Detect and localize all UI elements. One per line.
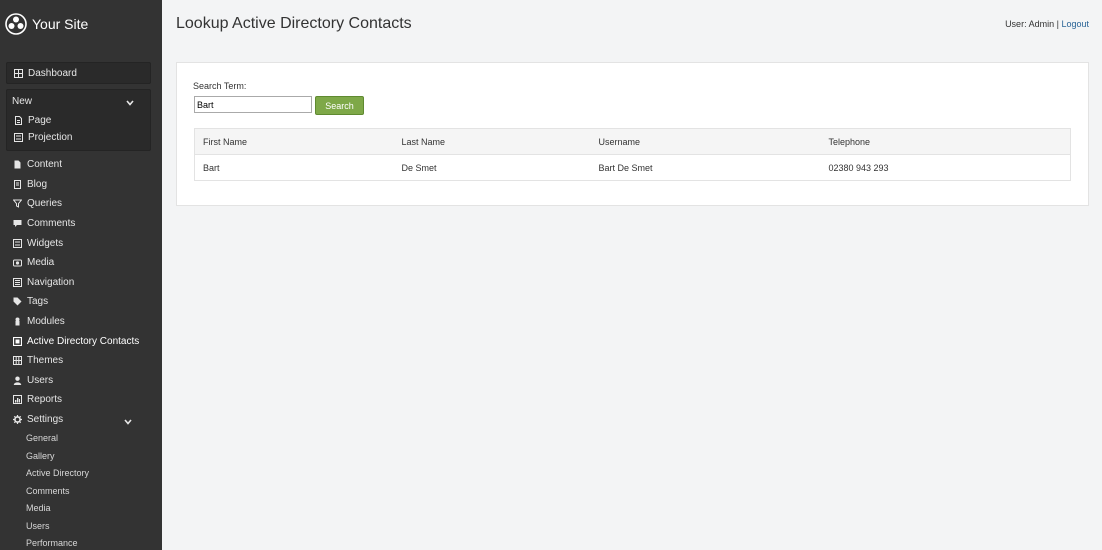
sidebar-item-label: Projection bbox=[28, 132, 73, 143]
puzzle-icon bbox=[13, 317, 22, 326]
comment-icon bbox=[13, 219, 22, 228]
settings-item-performance[interactable]: Performance bbox=[0, 534, 162, 550]
sidebar-item-navigation[interactable]: Navigation bbox=[0, 273, 162, 293]
search-label: Search Term: bbox=[193, 81, 247, 91]
user-icon bbox=[13, 376, 22, 385]
cell-telephone: 02380 943 293 bbox=[820, 154, 1071, 181]
sidebar-item-queries[interactable]: Queries bbox=[0, 194, 162, 214]
new-box: New Page Projection bbox=[6, 89, 151, 151]
user-area: User: Admin | Logout bbox=[1005, 19, 1089, 29]
sidebar-item-tags[interactable]: Tags bbox=[0, 292, 162, 312]
settings-item-comments[interactable]: Comments bbox=[0, 482, 162, 500]
user-label: User: Admin bbox=[1005, 19, 1055, 29]
book-icon bbox=[13, 179, 22, 189]
settings-item-media[interactable]: Media bbox=[0, 499, 162, 517]
grid-icon bbox=[13, 356, 22, 366]
column-header: Last Name bbox=[393, 128, 591, 155]
list-icon bbox=[14, 133, 23, 142]
sidebar-item-label: Settings bbox=[27, 414, 64, 426]
settings-item-users[interactable]: Users bbox=[0, 517, 162, 535]
sidebar-item-content[interactable]: Content bbox=[0, 155, 162, 175]
brand-name: Your Site bbox=[32, 16, 89, 32]
sidebar-item-label: Modules bbox=[27, 316, 65, 328]
logout-link[interactable]: Logout bbox=[1061, 19, 1089, 29]
sidebar-item-label: Blog bbox=[27, 178, 48, 190]
cell-last-name: De Smet bbox=[393, 154, 591, 181]
sidebar-new-label: New bbox=[12, 95, 33, 107]
square-icon bbox=[13, 336, 22, 346]
dashboard-box: Dashboard bbox=[6, 62, 151, 84]
sidebar-item-label: Widgets bbox=[27, 237, 64, 249]
table-header-row: First Name Last Name Username Telephone bbox=[194, 128, 1071, 155]
file-icon bbox=[13, 160, 22, 169]
search-input[interactable] bbox=[194, 96, 312, 113]
sidebar-item-modules[interactable]: Modules bbox=[0, 312, 162, 332]
page-title: Lookup Active Directory Contacts bbox=[176, 15, 412, 32]
separator: | bbox=[1056, 19, 1059, 29]
column-header: Username bbox=[590, 128, 821, 155]
sidebar-item-label: Queries bbox=[27, 198, 63, 210]
sidebar-item-users[interactable]: Users bbox=[0, 371, 162, 391]
sidebar-item-widgets[interactable]: Widgets bbox=[0, 233, 162, 253]
chevron-down-icon bbox=[126, 98, 134, 106]
main-menu: Content Blog Queries Comments Widgets Me… bbox=[0, 155, 162, 550]
sidebar-item-label: Users bbox=[27, 374, 54, 386]
sidebar-item-label: Navigation bbox=[27, 276, 75, 288]
sidebar-item-label: Page bbox=[28, 115, 52, 126]
chevron-down-icon bbox=[124, 417, 132, 425]
sidebar-item-dashboard[interactable]: Dashboard bbox=[7, 63, 150, 83]
brand[interactable]: Your Site bbox=[0, 0, 162, 48]
tag-icon bbox=[13, 297, 22, 306]
cell-username: Bart De Smet bbox=[590, 154, 821, 181]
sidebar-new-item-page[interactable]: Page bbox=[7, 112, 150, 129]
sidebar-item-label: Themes bbox=[27, 355, 64, 367]
sidebar-item-blog[interactable]: Blog bbox=[0, 175, 162, 195]
sidebar-item-label: Active Directory Contacts bbox=[27, 335, 140, 347]
grid-icon bbox=[14, 68, 23, 78]
sidebar-item-label: Comments bbox=[27, 218, 76, 230]
settings-item-general[interactable]: General bbox=[0, 429, 162, 447]
sidebar-item-label: Content bbox=[27, 159, 63, 171]
sidebar-item-label: Tags bbox=[27, 296, 49, 308]
search-button[interactable]: Search bbox=[315, 96, 364, 115]
list-icon bbox=[13, 238, 22, 248]
sidebar-item-reports[interactable]: Reports bbox=[0, 390, 162, 410]
sidebar-item-active-directory-contacts[interactable]: Active Directory Contacts bbox=[0, 331, 162, 351]
settings-item-gallery[interactable]: Gallery bbox=[0, 447, 162, 465]
camera-icon bbox=[13, 258, 22, 267]
sidebar-item-label: Media bbox=[27, 257, 55, 269]
sidebar-item-settings[interactable]: Settings bbox=[0, 410, 162, 430]
column-header: First Name bbox=[194, 128, 394, 155]
filter-icon bbox=[13, 199, 22, 209]
sidebar-item-themes[interactable]: Themes bbox=[0, 351, 162, 371]
gear-icon bbox=[13, 415, 22, 425]
settings-submenu: General Gallery Active Directory Comment… bbox=[0, 429, 162, 550]
column-header: Telephone bbox=[820, 128, 1071, 155]
report-icon bbox=[13, 395, 22, 405]
sidebar-item-label: Reports bbox=[27, 394, 63, 406]
cell-first-name: Bart bbox=[194, 154, 394, 181]
sidebar-item-comments[interactable]: Comments bbox=[0, 214, 162, 234]
sidebar-new-item-projection[interactable]: Projection bbox=[7, 129, 150, 146]
table-row: Bart De Smet Bart De Smet 02380 943 293 bbox=[194, 154, 1071, 181]
flower-logo-icon bbox=[5, 13, 27, 35]
list-icon bbox=[13, 277, 22, 287]
sidebar-new-toggle[interactable]: New bbox=[7, 90, 150, 112]
header: Lookup Active Directory Contacts User: A… bbox=[162, 0, 1102, 50]
search-panel: Search Term: Search First Name Last Name… bbox=[176, 62, 1089, 206]
sidebar: Your Site Dashboard New Page Projection … bbox=[0, 0, 162, 550]
file-icon bbox=[14, 116, 23, 125]
sidebar-item-label: Dashboard bbox=[28, 67, 77, 79]
results-table: First Name Last Name Username Telephone … bbox=[194, 128, 1071, 181]
settings-item-active-directory[interactable]: Active Directory bbox=[0, 464, 162, 482]
sidebar-item-media[interactable]: Media bbox=[0, 253, 162, 273]
